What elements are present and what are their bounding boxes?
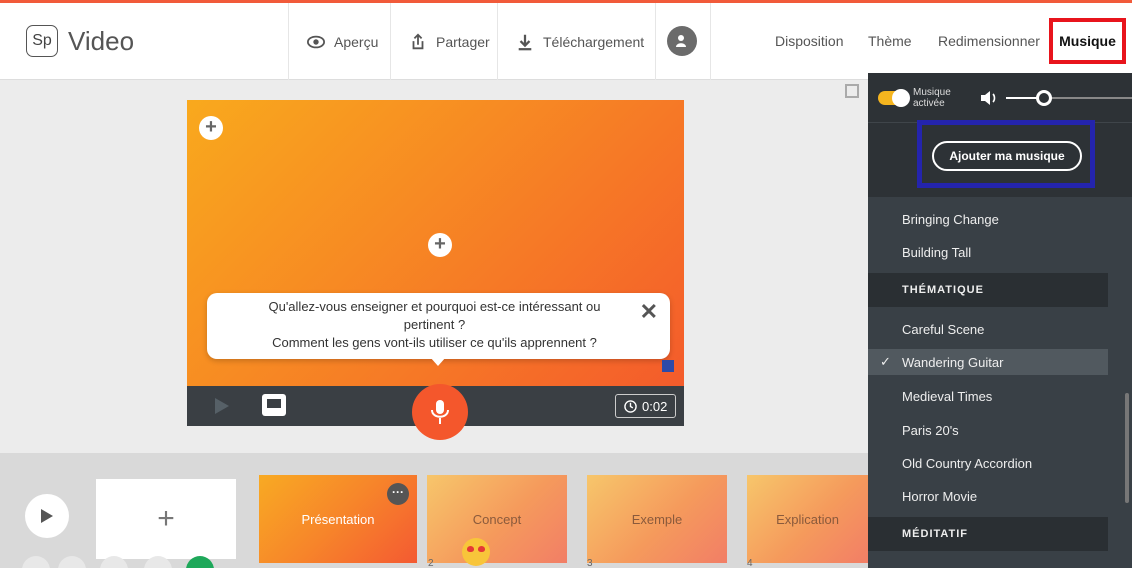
slide-number: 2: [428, 558, 434, 568]
divider: [655, 3, 656, 80]
tab-theme[interactable]: Thème: [868, 33, 912, 49]
slide-thumb-label: Exemple: [631, 511, 683, 527]
add-collaborator-icon[interactable]: [667, 26, 697, 56]
slide-number: 3: [587, 558, 593, 568]
tab-layout[interactable]: Disposition: [775, 33, 843, 49]
slide-preview[interactable]: + + 0:02: [187, 100, 684, 440]
slide-thumb-label: Présentation: [301, 511, 375, 527]
add-content-icon[interactable]: +: [199, 116, 223, 140]
record-microphone-button[interactable]: [412, 384, 468, 440]
download-label: Téléchargement: [543, 33, 645, 50]
slide-thumb-label: Explication: [776, 511, 839, 527]
music-toggle[interactable]: [878, 89, 910, 107]
checkmark-icon: ✓: [880, 354, 891, 369]
speaker-icon[interactable]: [980, 90, 998, 106]
prompt-tail: [430, 357, 446, 366]
slide-thumb-4[interactable]: Explication: [747, 475, 868, 563]
track-item[interactable]: Horror Movie: [902, 489, 977, 504]
top-bar: Sp Video Aperçu Partager Téléchargement …: [0, 0, 1132, 80]
spark-logo-icon: Sp: [26, 25, 58, 57]
share-label: Partager: [436, 33, 490, 50]
section-header-thematique: THÉMATIQUE: [868, 273, 1108, 307]
toggle-label-line2: activée: [913, 98, 945, 109]
slide-thumb-2[interactable]: Concept: [427, 475, 567, 563]
music-controls: Musique activée: [868, 73, 1132, 123]
clock-icon: [624, 399, 637, 413]
divider: [710, 3, 711, 80]
slide-thumb-label: Concept: [472, 511, 522, 527]
microphone-icon: [431, 400, 449, 424]
duration-value: 0:02: [642, 398, 668, 414]
preview-button[interactable]: Aperçu: [288, 3, 396, 80]
play-icon[interactable]: [215, 398, 229, 414]
track-item[interactable]: Bringing Change: [902, 212, 999, 227]
preview-label: Aperçu: [334, 33, 379, 50]
app-name: Video: [68, 25, 135, 56]
music-toggle-label: Musique activée: [913, 87, 951, 109]
prompt-text-line3: Comment les gens vont-ils utiliser ce qu…: [272, 335, 597, 350]
duration-badge[interactable]: 0:02: [615, 394, 677, 418]
add-my-music-button[interactable]: Ajouter ma musique: [932, 141, 1082, 171]
track-item[interactable]: Careful Scene: [902, 322, 984, 337]
slide-thumb-3[interactable]: Exemple: [587, 475, 727, 563]
download-button[interactable]: Téléchargement: [497, 3, 662, 80]
close-icon[interactable]: ✕: [640, 301, 658, 323]
music-panel: Musique activée Ajouter ma musique Bring…: [868, 73, 1132, 568]
prompt-text-line2: pertinent ?: [403, 317, 466, 332]
prompt-text-line1: Qu'allez-vous enseigner et pourquoi est-…: [268, 299, 601, 314]
slide-number: 4: [747, 558, 753, 568]
tab-music[interactable]: Musique: [1049, 18, 1126, 64]
badge-icon: [662, 360, 674, 372]
heart-eyes-emoji-icon: [462, 538, 490, 566]
play-icon: [41, 509, 53, 523]
caption-icon[interactable]: [262, 394, 286, 416]
download-icon: [518, 34, 532, 50]
play-all-button[interactable]: [25, 494, 69, 538]
toggle-label-line1: Musique: [913, 87, 951, 98]
slide-controls: 0:02: [187, 384, 684, 440]
volume-slider-handle[interactable]: [1035, 90, 1052, 106]
share-button[interactable]: Partager: [390, 3, 508, 80]
add-slide-button[interactable]: +: [96, 479, 236, 559]
eye-icon: [307, 35, 325, 48]
track-item[interactable]: Building Tall: [902, 245, 971, 260]
prompt-bubble: Qu'allez-vous enseigner et pourquoi est-…: [207, 293, 670, 359]
track-item[interactable]: Old Country Accordion: [902, 456, 1032, 471]
music-list: Bringing Change Building Tall THÉMATIQUE…: [868, 197, 1132, 568]
add-content-center-icon[interactable]: +: [428, 233, 452, 257]
share-icon: [412, 33, 424, 49]
fit-screen-icon[interactable]: [845, 84, 859, 98]
slide-thumb-1[interactable]: Présentation ···: [259, 475, 417, 563]
scrollbar[interactable]: [1125, 393, 1129, 503]
app-logo[interactable]: Sp Video: [26, 25, 134, 57]
track-item[interactable]: Paris 20's: [902, 423, 959, 438]
selected-track-label: Wandering Guitar: [902, 355, 1004, 370]
track-item[interactable]: Medieval Times: [902, 389, 992, 404]
more-options-icon[interactable]: ···: [387, 483, 409, 505]
section-header-meditatif: MÉDITATIF: [868, 517, 1108, 551]
tab-resize[interactable]: Redimensionner: [938, 33, 1040, 49]
